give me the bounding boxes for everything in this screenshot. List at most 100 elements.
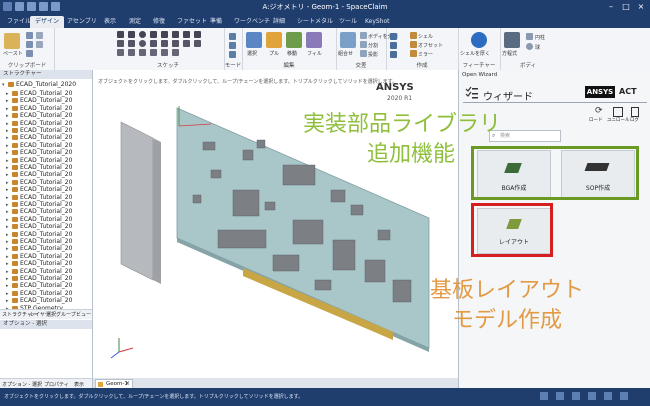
axis-icon[interactable] [390,42,397,49]
section-mode-icon[interactable] [229,42,236,49]
tree-item[interactable]: ▸ ECAD_Tutorial_20 [6,186,72,193]
tree-item[interactable]: ▸ ECAD_Tutorial_20 [6,268,72,275]
tangent-line-icon[interactable] [117,40,124,47]
tree-item[interactable]: ▸ ECAD_Tutorial_20 [6,134,72,141]
mirror-sketch-icon[interactable] [172,49,179,56]
cylinder-icon[interactable] [526,33,533,40]
trim-icon[interactable] [194,40,201,47]
tab-keyshot[interactable]: KeyShot [360,16,395,28]
tree-item[interactable]: ▸ ECAD_Tutorial_20 [6,105,72,112]
equation-icon[interactable] [504,32,520,48]
project-icon[interactable] [360,50,367,57]
tree-item[interactable]: ▸ ECAD_Tutorial_20 [6,238,72,245]
tree-item[interactable]: ▸ ECAD_Tutorial_20 [6,208,72,215]
tree-item[interactable]: ▸ ECAD_Tutorial_20 [6,231,72,238]
spline-icon[interactable] [172,31,179,38]
tree-item[interactable]: ▸ ECAD_Tutorial_20 [6,97,72,104]
bottom-tab-options[interactable]: オプション - 選択 [2,381,42,388]
doc-close-icon[interactable]: × [125,380,130,388]
pull-icon[interactable] [266,32,282,48]
status-icon-3[interactable] [572,392,580,400]
offset-curve-icon[interactable] [172,40,179,47]
status-icon-6[interactable] [620,392,628,400]
tab-assembly[interactable]: アセンブリ [62,16,102,28]
tree-item[interactable]: ▸ ECAD_Tutorial_20 [6,216,72,223]
line-icon[interactable] [117,31,124,38]
combine-icon[interactable] [340,32,356,48]
tab-detail[interactable]: 詳細 [268,16,290,28]
tab-sheetmetal[interactable]: シートメタル [292,16,338,28]
offset-icon[interactable] [410,41,417,48]
tree-item[interactable]: ▸ ECAD_Tutorial_20 [6,142,72,149]
tree-item[interactable]: ▸ ECAD_Tutorial_20 [6,157,72,164]
copy-icon[interactable] [26,41,33,48]
minimize-icon[interactable]: – [604,1,618,12]
tree-item[interactable]: ▸ ECAD_Tutorial_20 [6,253,72,260]
cut-icon[interactable] [26,32,33,39]
thicken-icon[interactable] [471,32,487,48]
tree-item[interactable]: ▸ ECAD_Tutorial_20 [6,282,72,289]
tree-item[interactable]: ▸ ECAD_Tutorial_20 [6,149,72,156]
status-icon-5[interactable] [604,392,612,400]
bottom-tab-properties[interactable]: プロパティ [44,381,69,388]
tree-item[interactable]: ▸ ECAD_Tutorial_20 [6,194,72,201]
tree-item[interactable]: ▸ ECAD_Tutorial_20 [6,164,72,171]
three-point-rect-icon[interactable] [128,40,135,47]
tree-item[interactable]: ▸ ECAD_Tutorial_20 [6,127,72,134]
tree-item[interactable]: ▸ ECAD_Tutorial_20 [6,90,72,97]
shell-icon[interactable] [410,32,417,39]
tree-item[interactable]: ▸ ECAD_Tutorial_20 [6,245,72,252]
sweep-arc-icon[interactable] [150,40,157,47]
fillet-sketch-icon[interactable] [183,40,190,47]
tree-item[interactable]: ▸ ECAD_Tutorial_20 [6,297,72,304]
status-icon-4[interactable] [588,392,596,400]
circle-icon[interactable] [139,31,146,38]
sketch-mode-icon[interactable] [229,33,236,40]
tab-tools[interactable]: ツール [334,16,362,28]
tab-design[interactable]: デザイン [30,16,65,28]
split-curve-icon[interactable] [139,49,146,56]
project-curve-icon[interactable] [150,49,157,56]
polygon-icon[interactable] [161,31,168,38]
tree-item[interactable]: ▸ ECAD_Tutorial_20 [6,201,72,208]
point-create-icon[interactable] [390,51,397,58]
tree-root[interactable]: ▾ ECAD_Tutorial_2020 [2,81,76,88]
three-point-circle-icon[interactable] [139,40,146,47]
close-icon[interactable]: × [634,1,648,12]
select-icon[interactable] [246,32,262,48]
3d-mode-icon[interactable] [229,51,236,58]
tree-item[interactable]: ▸ ECAD_Tutorial_20 [6,275,72,282]
select-view-icon[interactable] [36,41,43,48]
fill-icon[interactable] [306,32,322,48]
move-icon[interactable] [286,32,302,48]
maximize-icon[interactable]: □ [619,1,633,12]
scale-icon[interactable] [161,49,168,56]
point-icon[interactable] [194,31,201,38]
tree-item[interactable]: ▸ ECAD_Tutorial_20 [6,120,72,127]
mirror-icon[interactable] [410,50,417,57]
reload-icon[interactable]: ⟳ [595,106,603,116]
construction-line-icon[interactable] [117,49,124,56]
tree-item[interactable]: ▸ ECAD_Tutorial_20 [6,171,72,178]
paste-icon[interactable] [4,33,20,49]
uninstall-icon[interactable] [613,107,623,117]
split-icon[interactable] [360,41,367,48]
log-icon[interactable] [631,107,639,117]
tree-item[interactable]: ▸ ECAD_Tutorial_20 [6,179,72,186]
tab-display[interactable]: 表示 [99,16,121,28]
split-body-icon[interactable] [360,32,367,39]
status-icon-2[interactable] [556,392,564,400]
tree-item[interactable]: ▸ ECAD_Tutorial_20 [6,112,72,119]
subtab-select[interactable]: 選択 [46,311,56,318]
tree-item[interactable]: ▸ ECAD_Tutorial_20 [6,260,72,267]
plane-icon[interactable] [390,33,397,40]
status-icon-1[interactable] [540,392,548,400]
tab-repair[interactable]: 修復 [148,16,170,28]
tab-measure[interactable]: 測定 [124,16,146,28]
subtab-group[interactable]: グループ [56,311,76,318]
sphere-icon[interactable] [526,43,533,50]
tab-prepare[interactable]: 準備 [205,16,227,28]
bottom-tab-display[interactable]: 表示 [74,381,84,388]
ellipse-icon[interactable] [183,31,190,38]
subtab-view[interactable]: ビュー [76,311,91,318]
